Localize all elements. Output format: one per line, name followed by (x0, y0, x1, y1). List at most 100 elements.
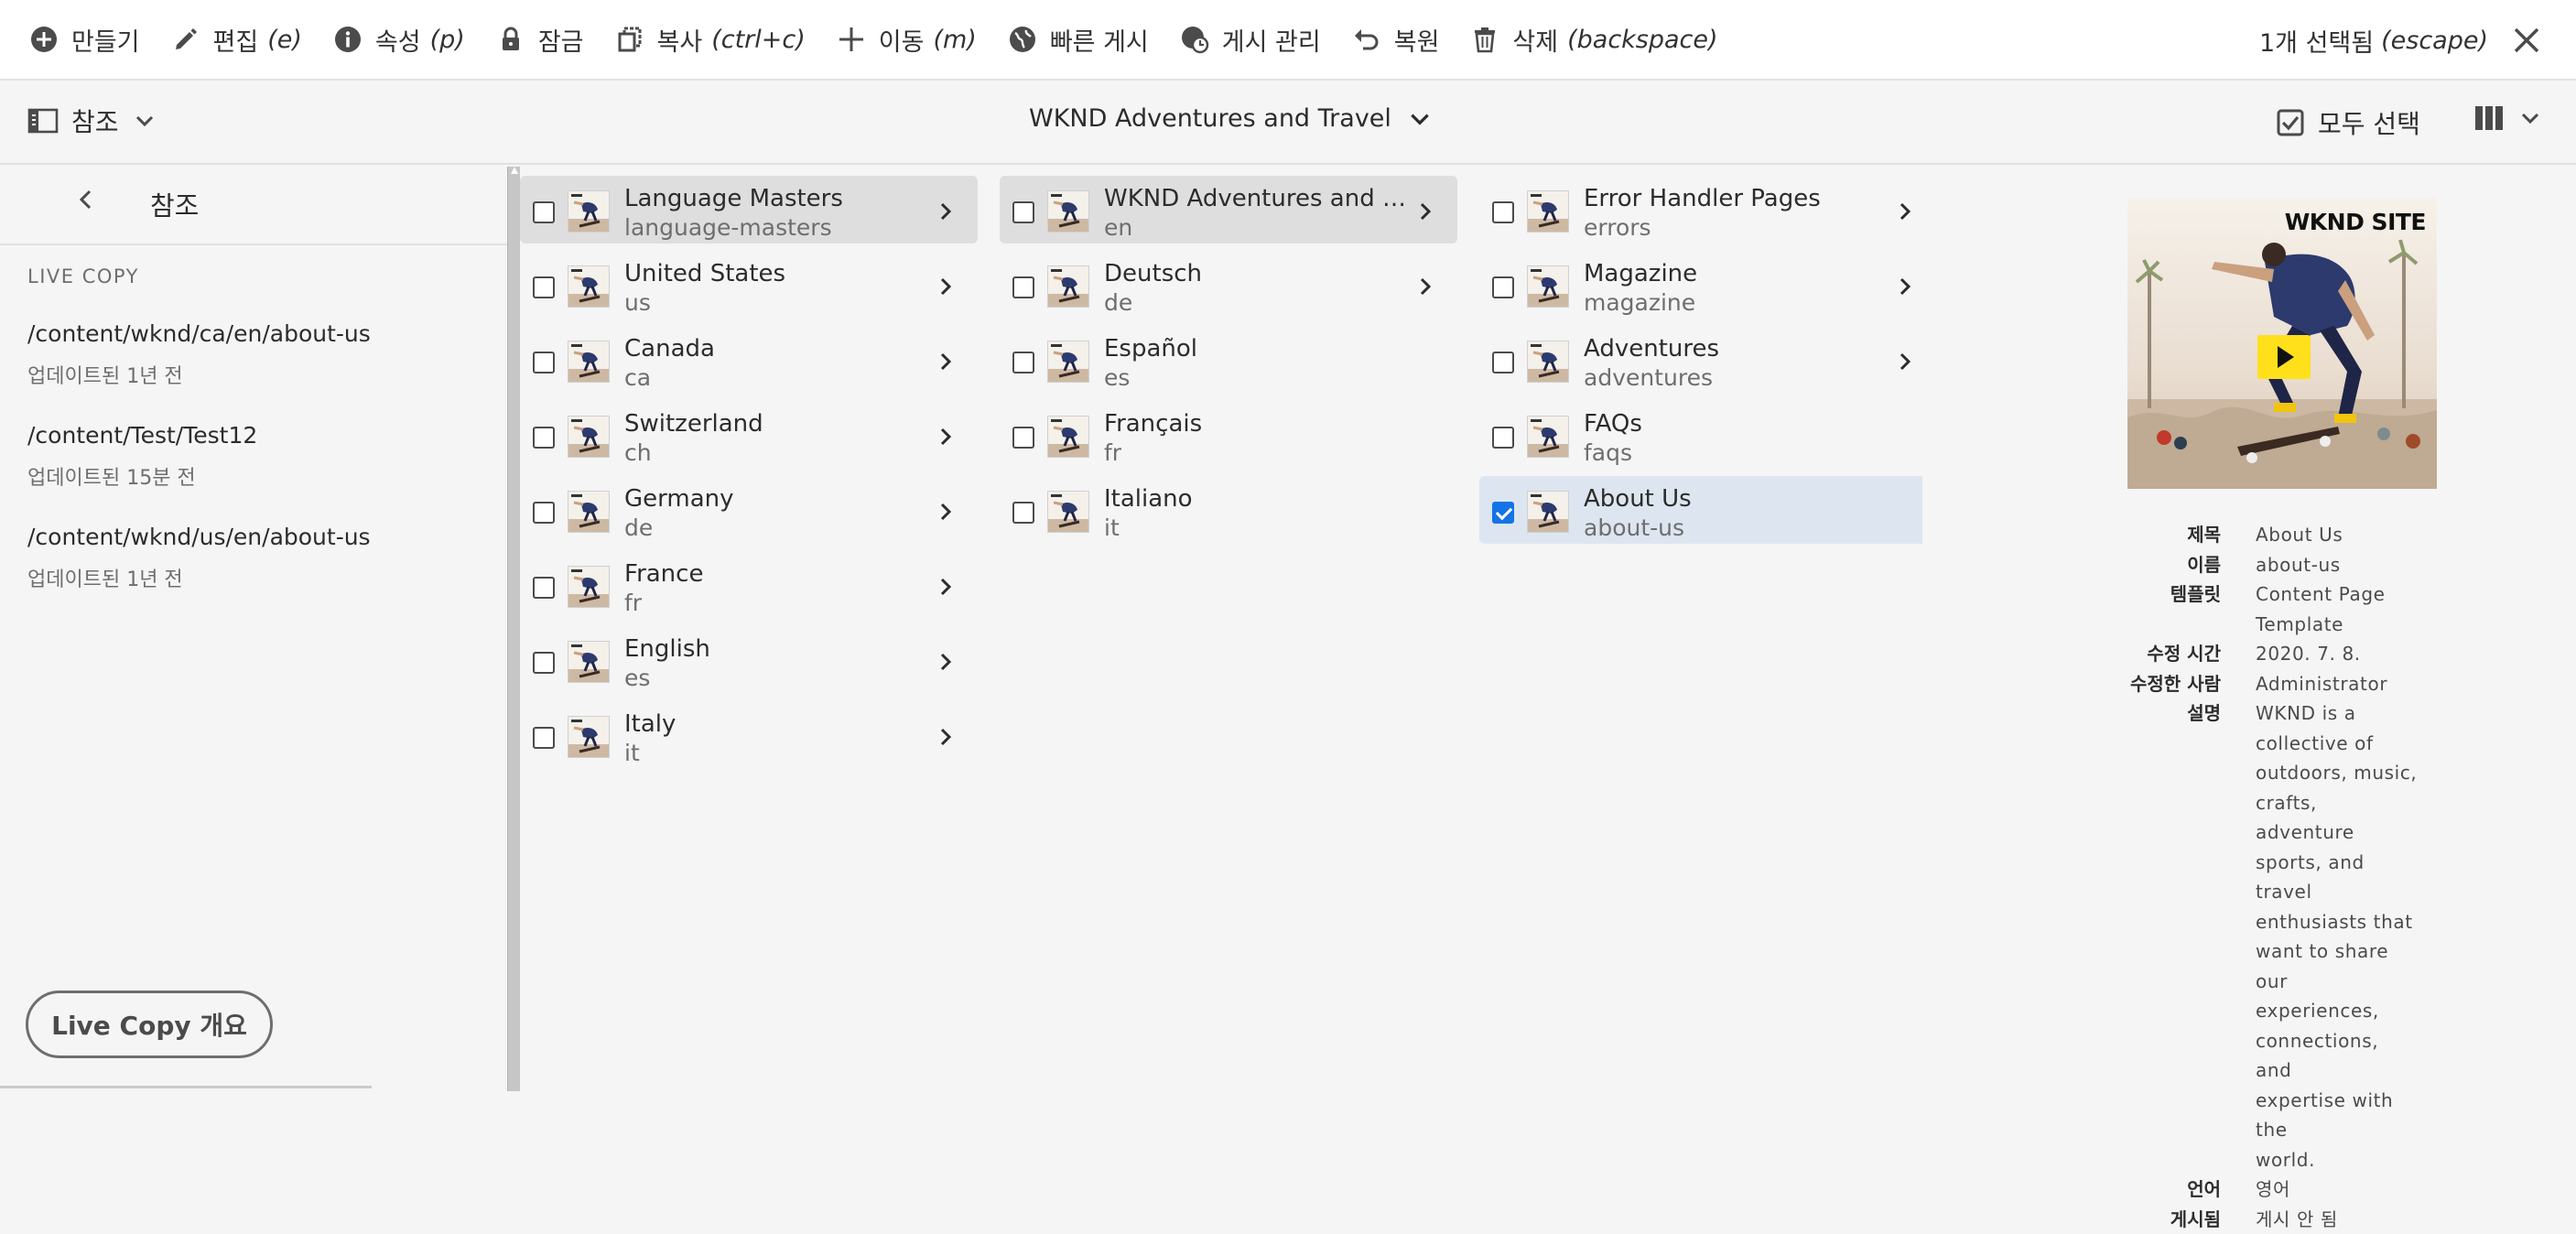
list-item[interactable]: WKND Adventures and Tr... en (1000, 176, 1457, 244)
row-checkbox[interactable] (533, 502, 555, 524)
preview-brand: WKND SITE (2285, 209, 2426, 235)
meta-value: Administrator (2256, 669, 2419, 699)
chevron-right-icon[interactable] (936, 502, 956, 522)
move-button[interactable]: 이동 (m) (821, 0, 992, 80)
view-switcher[interactable] (2473, 103, 2541, 134)
row-checkbox[interactable] (1012, 352, 1034, 373)
rail-toggle-button[interactable]: 참조 (27, 103, 156, 139)
row-checkbox[interactable] (1492, 352, 1514, 373)
row-checkbox-checked[interactable] (1492, 502, 1514, 524)
chevron-right-icon[interactable] (1895, 352, 1915, 372)
row-checkbox[interactable] (1492, 427, 1514, 449)
list-item[interactable]: Error Handler Pages errors (1479, 176, 1937, 244)
list-item[interactable]: Switzerland ch (520, 401, 978, 469)
move-label: 이동 (879, 22, 925, 58)
list-item[interactable]: Magazine magazine (1479, 251, 1937, 319)
meta-value: world. (2256, 1145, 2419, 1175)
row-checkbox[interactable] (533, 427, 555, 449)
row-checkbox[interactable] (1012, 276, 1034, 298)
row-title: Language Masters (624, 185, 843, 212)
list-item[interactable]: Germany de (520, 476, 978, 544)
chevron-right-icon[interactable] (1895, 201, 1915, 222)
chevron-right-icon[interactable] (936, 352, 956, 372)
list-item[interactable]: Canada ca (520, 326, 978, 394)
list-item[interactable]: Italiano it (1000, 476, 1457, 544)
close-icon[interactable] (2510, 24, 2543, 57)
action-bar: 만들기 편집 (e) 속성 (p) 잠금 복사 (ctrl+c) 이동 (m) … (0, 0, 2576, 81)
reference-item[interactable]: /content/Test/Test12 업데이트된 15분 전 (27, 422, 257, 491)
row-checkbox[interactable] (1012, 201, 1034, 223)
row-checkbox[interactable] (533, 727, 555, 749)
chevron-right-icon[interactable] (1415, 201, 1435, 222)
list-item[interactable]: Deutsch de (1000, 251, 1457, 319)
selection-count-label: 1개 선택됨 (2259, 23, 2374, 59)
reference-item[interactable]: /content/wknd/us/en/about-us 업데이트된 1년 전 (27, 524, 371, 592)
row-checkbox[interactable] (533, 276, 555, 298)
rail-toggle-label: 참조 (71, 103, 119, 139)
list-item[interactable]: France fr (520, 551, 978, 619)
row-name: de (1104, 289, 1132, 316)
delete-button[interactable]: 삭제 (backspace) (1455, 0, 1733, 80)
page-thumbnail (1527, 416, 1569, 458)
row-checkbox[interactable] (1012, 427, 1034, 449)
copy-button[interactable]: 복사 (ctrl+c) (600, 0, 821, 80)
row-checkbox[interactable] (533, 652, 555, 674)
select-all-button[interactable]: 모두 선택 (2276, 104, 2420, 141)
list-item-selected[interactable]: About Us about-us (1479, 476, 1937, 544)
meta-value: WKND is a (2256, 698, 2419, 729)
chevron-right-icon[interactable] (936, 427, 956, 447)
row-checkbox[interactable] (533, 577, 555, 599)
row-name: es (624, 665, 650, 691)
chevron-right-icon[interactable] (936, 276, 956, 297)
collection-title[interactable]: WKND Adventures and Travel (1029, 104, 1432, 133)
restore-button[interactable]: 복원 (1337, 0, 1456, 80)
rail-title: 참조 (150, 185, 199, 223)
manage-publication-button[interactable]: 게시 관리 (1164, 0, 1337, 80)
reference-item[interactable]: /content/wknd/ca/en/about-us 업데이트된 1년 전 (27, 320, 371, 389)
chevron-right-icon[interactable] (1415, 276, 1435, 297)
chevron-right-icon[interactable] (936, 727, 956, 747)
live-copy-overview-button[interactable]: Live Copy 개요 (26, 990, 273, 1058)
create-button[interactable]: 만들기 (0, 0, 156, 80)
row-name: errors (1584, 214, 1651, 241)
chevron-left-icon[interactable] (73, 187, 99, 212)
page-thumbnail (568, 265, 610, 308)
list-item[interactable]: Adventures adventures (1479, 326, 1937, 394)
toolbar: 참조 WKND Adventures and Travel 모두 선택 (0, 82, 2576, 165)
edit-button[interactable]: 편집 (e) (156, 0, 318, 80)
meta-row: world. (1922, 1145, 2576, 1175)
row-checkbox[interactable] (533, 352, 555, 373)
list-item[interactable]: Español es (1000, 326, 1457, 394)
quick-publish-button[interactable]: 빠른 게시 (992, 0, 1164, 80)
row-checkbox[interactable] (1492, 201, 1514, 223)
preview-panel: WKND SITE 제목About Us이름about-us템플릿Content… (1922, 167, 2576, 1091)
chevron-right-icon[interactable] (1895, 276, 1915, 297)
collection-title-label: WKND Adventures and Travel (1029, 104, 1391, 133)
list-item[interactable]: English es (520, 626, 978, 694)
lock-button[interactable]: 잠금 (481, 0, 600, 80)
row-checkbox[interactable] (1492, 276, 1514, 298)
properties-button[interactable]: 속성 (p) (318, 0, 481, 80)
meta-label (1922, 936, 2256, 996)
list-item[interactable]: Language Masters language-masters (520, 176, 978, 244)
page-thumbnail (568, 641, 610, 683)
list-item[interactable]: Italy it (520, 701, 978, 769)
copy-icon (615, 25, 644, 54)
list-item[interactable]: Français fr (1000, 401, 1457, 469)
row-checkbox[interactable] (533, 201, 555, 223)
meta-value: about-us (2256, 550, 2419, 580)
row-name: ch (624, 439, 652, 466)
row-checkbox[interactable] (1012, 502, 1034, 524)
chevron-right-icon[interactable] (936, 201, 956, 222)
row-name: us (624, 289, 651, 316)
row-name: faqs (1584, 439, 1632, 466)
page-thumbnail (568, 491, 610, 533)
list-item[interactable]: FAQs faqs (1479, 401, 1937, 469)
list-item[interactable]: United States us (520, 251, 978, 319)
meta-label (1922, 610, 2256, 640)
chevron-right-icon[interactable] (936, 652, 956, 672)
page-thumbnail (1047, 416, 1089, 458)
rail-splitter[interactable] (507, 167, 520, 1091)
chevron-right-icon[interactable] (936, 577, 956, 597)
meta-row: 제목About Us (1922, 520, 2576, 550)
